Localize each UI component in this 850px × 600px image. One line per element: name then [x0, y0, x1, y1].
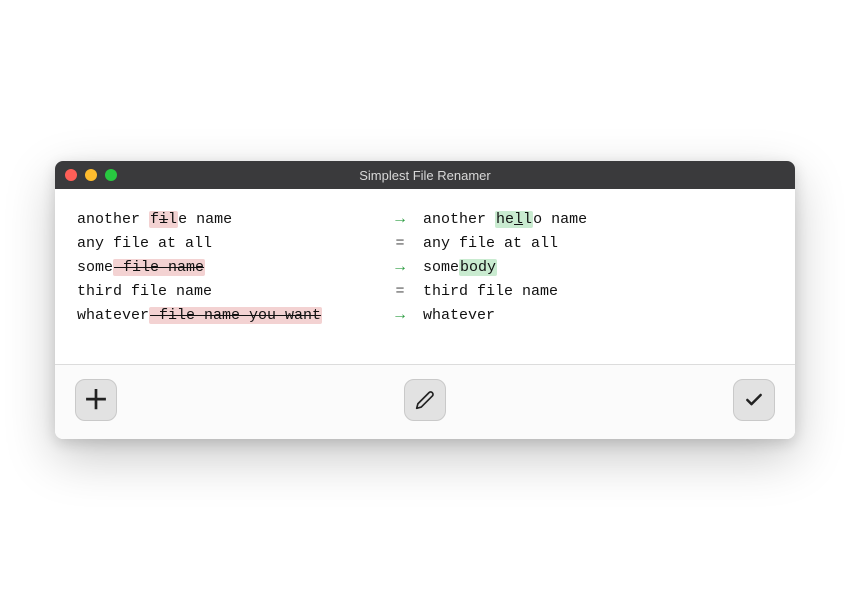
zoom-icon[interactable] [105, 169, 117, 181]
equals-icon: = [377, 232, 423, 255]
diff-added: hell [495, 211, 533, 228]
window-title: Simplest File Renamer [55, 168, 795, 183]
after-name: any file at all [423, 232, 723, 255]
after-name: somebody [423, 256, 723, 279]
check-icon [744, 390, 764, 410]
before-name: third file name [77, 280, 377, 303]
footer-toolbar: ＋ [55, 364, 795, 439]
rename-row: another file name → another hello name [77, 207, 773, 232]
diff-removed: file name you want [149, 307, 322, 324]
rename-row: some file name → somebody [77, 255, 773, 280]
before-name: another file name [77, 208, 377, 231]
pencil-icon [415, 390, 435, 410]
arrow-icon: → [377, 207, 423, 232]
close-icon[interactable] [65, 169, 77, 181]
rename-row: whatever file name you want → whatever [77, 303, 773, 328]
diff-removed: fil [149, 211, 178, 228]
after-name: whatever [423, 304, 723, 327]
after-name: third file name [423, 280, 723, 303]
diff-added: body [459, 259, 497, 276]
titlebar[interactable]: Simplest File Renamer [55, 161, 795, 189]
rename-list: another file name → another hello name a… [55, 189, 795, 364]
confirm-button[interactable] [733, 379, 775, 421]
edit-button[interactable] [404, 379, 446, 421]
after-name: another hello name [423, 208, 723, 231]
arrow-icon: → [377, 303, 423, 328]
before-name: some file name [77, 256, 377, 279]
minimize-icon[interactable] [85, 169, 97, 181]
before-name: any file at all [77, 232, 377, 255]
diff-removed: file name [113, 259, 205, 276]
before-name: whatever file name you want [77, 304, 377, 327]
traffic-lights [65, 169, 117, 181]
rename-row: any file at all = any file at all [77, 232, 773, 255]
plus-icon: ＋ [83, 387, 109, 413]
arrow-icon: → [377, 255, 423, 280]
rename-row: third file name = third file name [77, 280, 773, 303]
add-button[interactable]: ＋ [75, 379, 117, 421]
equals-icon: = [377, 280, 423, 303]
app-window: Simplest File Renamer another file name … [55, 161, 795, 439]
